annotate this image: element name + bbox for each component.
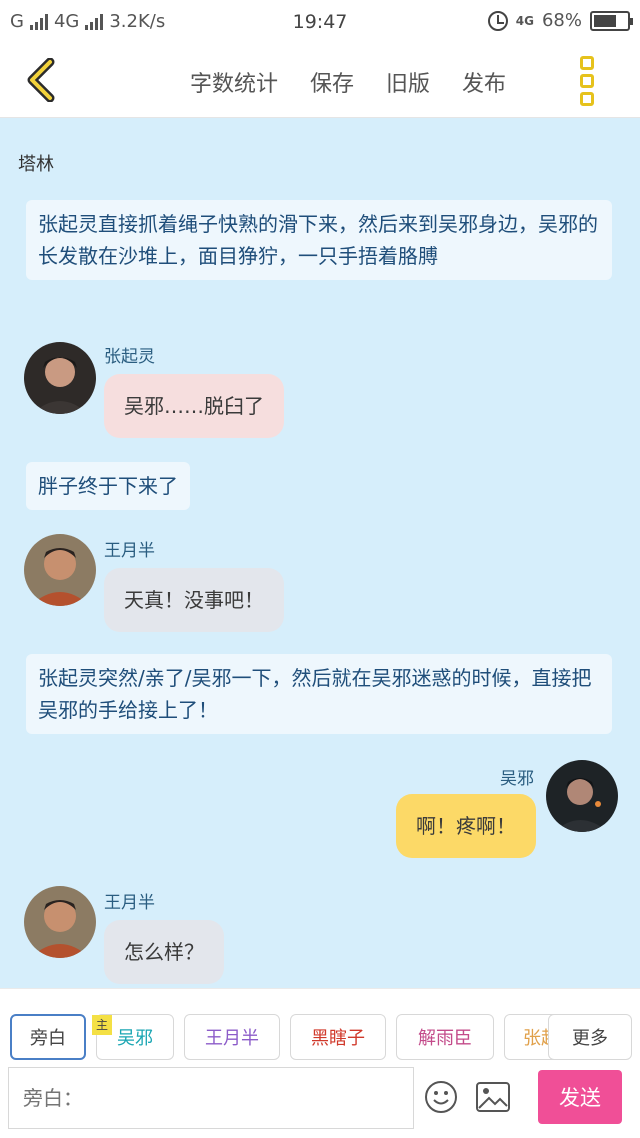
narration-text[interactable]: 胖子终于下来了 (26, 462, 190, 510)
message-bubble[interactable]: 天真！没事吧！ (104, 568, 284, 632)
save-button[interactable]: 保存 (310, 66, 354, 98)
back-icon[interactable] (22, 58, 66, 102)
narrator-chip[interactable]: 旁白 (10, 1014, 86, 1060)
alarm-icon (487, 10, 508, 31)
more-menu-icon[interactable] (580, 56, 596, 106)
message-bubble[interactable]: 啊！疼啊！ (396, 794, 536, 858)
character-name: 王月半 (104, 541, 155, 561)
status-bar: G 4G 3.2K/s 19:47 4G 68% (0, 0, 640, 42)
message-bubble[interactable]: 怎么样？ (104, 920, 224, 984)
input-bar: 发送 (0, 1064, 640, 1138)
publish-button[interactable]: 发布 (462, 66, 506, 98)
battery-icon (590, 10, 633, 31)
emoji-icon[interactable] (424, 1080, 458, 1114)
narration-text[interactable]: 张起灵突然/亲了/吴邪一下，然后就在吴邪迷惑的时候，直接把吴邪的手给接上了！ (26, 654, 612, 734)
avatar-wangyueban[interactable] (24, 886, 96, 958)
battery-level (594, 14, 616, 27)
chat-content: 塔林 张起灵直接抓着绳子快熟的滑下来，然后来到吴邪身边，吴邪的长发散在沙堆上，面… (0, 118, 640, 988)
character-name: 张起灵 (104, 347, 155, 367)
image-icon[interactable] (476, 1082, 510, 1112)
character-name: 吴邪 (500, 769, 534, 789)
battery-percent: 68% (541, 10, 582, 31)
network-badge: 4G (515, 13, 534, 28)
avatar-zhangqiling[interactable] (24, 342, 96, 414)
send-button[interactable]: 发送 (538, 1070, 622, 1124)
avatar-wuxie[interactable] (546, 760, 618, 832)
scene-label: 塔林 (18, 154, 54, 175)
avatar-wangyueban[interactable] (24, 534, 96, 606)
word-count-button[interactable]: 字数统计 (190, 66, 278, 98)
old-version-button[interactable]: 旧版 (386, 66, 430, 98)
narration-text[interactable]: 张起灵直接抓着绳子快熟的滑下来，然后来到吴邪身边，吴邪的长发散在沙堆上，面目狰狞… (26, 200, 612, 280)
lead-badge: 主 (92, 1015, 112, 1035)
character-chip-xieyuchen[interactable]: 解雨臣 (396, 1014, 494, 1060)
more-characters-button[interactable]: 更多 (548, 1014, 632, 1060)
message-bubble[interactable]: 吴邪……脱臼了 (104, 374, 284, 438)
message-input[interactable] (8, 1067, 414, 1129)
character-chip-heixiazi[interactable]: 黑瞎子 (290, 1014, 386, 1060)
character-name: 王月半 (104, 893, 155, 913)
top-toolbar: 字数统计 保存 旧版 发布 (0, 42, 640, 118)
character-chip-wangyueban[interactable]: 王月半 (184, 1014, 280, 1060)
character-select-bar: 旁白 吴邪 主 王月半 黑瞎子 解雨臣 张起 更多 (0, 988, 640, 1064)
